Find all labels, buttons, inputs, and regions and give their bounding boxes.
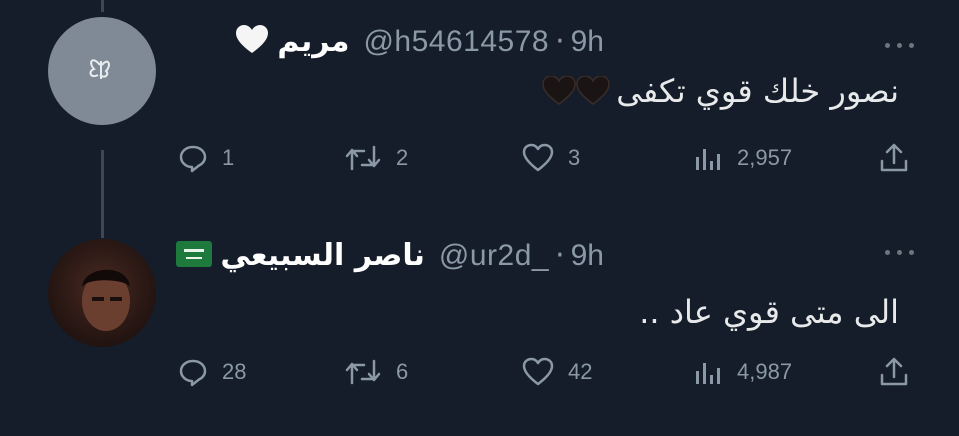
- white-heart-icon: [235, 24, 269, 59]
- tweet-1[interactable]: مريم @h54614578 · 9h نصور خلك قوي تكفى 1…: [0, 0, 959, 215]
- share-button[interactable]: [878, 352, 910, 392]
- tweet-actions: 1 2 3 2,957: [0, 138, 959, 178]
- avatar[interactable]: [48, 239, 156, 347]
- reply-count: 1: [222, 145, 235, 170]
- retweet-button[interactable]: 2: [344, 138, 408, 178]
- tweet-text: الى متى قوي عاد ..: [639, 293, 899, 331]
- like-count: 42: [568, 359, 593, 384]
- reply-count: 28: [222, 359, 247, 384]
- tweet-thread: مريم @h54614578 · 9h نصور خلك قوي تكفى 1…: [0, 0, 959, 436]
- view-count: 2,957: [737, 145, 793, 170]
- share-button[interactable]: [878, 138, 910, 178]
- retweet-icon: [345, 145, 381, 171]
- black-heart-icon: [576, 76, 610, 105]
- like-button[interactable]: 3: [522, 138, 580, 178]
- separator-dot: ·: [555, 238, 565, 273]
- retweet-count: 2: [396, 145, 409, 170]
- reply-icon: [179, 145, 207, 173]
- views-icon: [696, 149, 720, 170]
- tweet-header: مريم @h54614578 · 9h: [235, 24, 604, 59]
- reply-icon: [179, 359, 207, 387]
- reply-button[interactable]: 28: [178, 352, 246, 392]
- timestamp[interactable]: 9h: [571, 25, 604, 59]
- saudi-flag-icon: [176, 240, 213, 271]
- views-button[interactable]: 2,957: [693, 138, 792, 178]
- butterfly-icon: [89, 59, 110, 79]
- tweet-text-content: الى متى قوي عاد ..: [639, 293, 899, 331]
- black-heart-icon: [542, 76, 576, 105]
- views-icon: [696, 363, 720, 384]
- views-button[interactable]: 4,987: [693, 352, 792, 392]
- tweet-header: ناصر السبيعي @ur2d_ · 9h: [176, 238, 604, 273]
- retweet-button[interactable]: 6: [344, 352, 408, 392]
- avatar[interactable]: [48, 17, 156, 125]
- like-button[interactable]: 42: [522, 352, 592, 392]
- like-count: 3: [568, 145, 581, 170]
- tweet-text-content: نصور خلك قوي تكفى: [616, 72, 899, 110]
- separator-dot: ·: [555, 24, 565, 59]
- more-options-icon[interactable]: [885, 250, 915, 258]
- like-icon: [522, 357, 554, 386]
- share-icon: [880, 357, 908, 386]
- view-count: 4,987: [737, 359, 793, 384]
- display-name[interactable]: مريم: [277, 24, 349, 59]
- tweet-2[interactable]: ناصر السبيعي @ur2d_ · 9h الى متى قوي عاد…: [0, 215, 959, 436]
- tweet-actions: 28 6 42 4,987: [0, 352, 959, 392]
- black-hearts: [542, 76, 610, 106]
- timestamp[interactable]: 9h: [571, 239, 604, 273]
- tweet-text: نصور خلك قوي تكفى: [542, 72, 899, 110]
- more-options-icon[interactable]: [885, 43, 915, 51]
- share-icon: [880, 143, 908, 172]
- retweet-count: 6: [396, 359, 409, 384]
- like-icon: [522, 143, 554, 172]
- user-handle[interactable]: @h54614578: [363, 25, 549, 59]
- profile-photo: [82, 269, 130, 331]
- retweet-icon: [345, 359, 381, 385]
- user-handle[interactable]: @ur2d_: [439, 239, 549, 273]
- display-name[interactable]: ناصر السبيعي: [220, 238, 424, 273]
- reply-button[interactable]: 1: [178, 138, 234, 178]
